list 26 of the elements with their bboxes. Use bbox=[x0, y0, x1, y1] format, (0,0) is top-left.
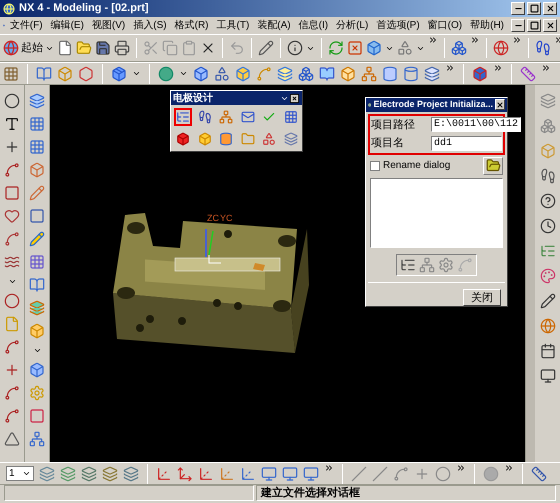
dialog-title: Electrode Project Initializa... bbox=[373, 98, 493, 111]
menu-item[interactable]: 视图(V) bbox=[88, 18, 128, 33]
menu-item[interactable]: 编辑(E) bbox=[48, 18, 87, 33]
text-field[interactable]: E:\0011\00\112 bbox=[431, 117, 522, 132]
menu-item[interactable]: 工具(T) bbox=[214, 18, 252, 33]
menu-item[interactable]: 窗口(O) bbox=[424, 18, 466, 33]
menu-item[interactable]: 装配(A) bbox=[254, 18, 294, 33]
close-dialog-button[interactable]: 关闭 bbox=[463, 289, 501, 306]
menu-item[interactable]: 文件(F) bbox=[6, 18, 46, 33]
menu-item[interactable]: 分析(L) bbox=[333, 18, 372, 33]
menu-item[interactable]: 首选项(P) bbox=[373, 18, 423, 33]
toolbar-title: 电极设计 bbox=[173, 92, 214, 106]
checkbox-label: Rename dialog bbox=[383, 159, 452, 173]
field-label: 项目名 bbox=[371, 136, 405, 151]
status-message: 建立文件选择对话框 bbox=[261, 486, 360, 501]
menu-item[interactable]: 格式(R) bbox=[172, 18, 212, 33]
start-button[interactable]: 起始 bbox=[3, 40, 54, 56]
axis-label: YC bbox=[220, 214, 233, 223]
axis-label: ZC bbox=[207, 214, 219, 223]
window-title: NX 4 - Modeling - [02.prt] bbox=[19, 1, 150, 16]
text-field[interactable]: dd1 bbox=[431, 136, 502, 151]
menu-item[interactable]: 帮助(H) bbox=[467, 18, 507, 33]
field-label: 项目路径 bbox=[371, 118, 416, 132]
layer-dropdown[interactable]: 1 bbox=[6, 466, 34, 481]
menu-item[interactable]: 信息(I) bbox=[296, 18, 332, 33]
menu-item[interactable]: 插入(S) bbox=[130, 18, 170, 33]
